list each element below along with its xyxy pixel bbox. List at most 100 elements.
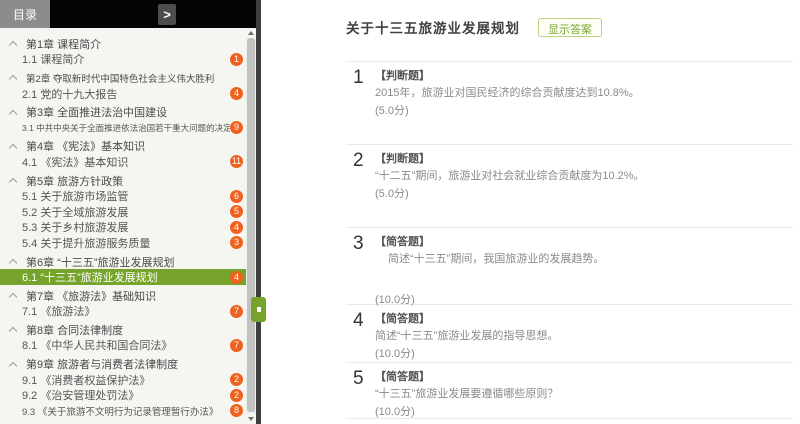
question-text: 简述“十三五”期间，我国旅游业的发展趋势。: [388, 253, 605, 265]
toc-section[interactable]: 9.3 《关于旅游不文明行为记录管理暂行办法》 8: [0, 403, 246, 419]
title-row: 关于十三五旅游业发展规划 显示答案: [346, 16, 793, 38]
chevron-up-icon: [8, 109, 18, 118]
question-count-badge: 2: [230, 388, 243, 402]
toc-section[interactable]: 5.3 关于乡村旅游发展 4: [0, 220, 246, 236]
toc-chapter-label: 第1章 课程简介: [26, 38, 102, 51]
scroll-up-button[interactable]: [246, 28, 256, 38]
chevron-up-icon: [8, 143, 18, 153]
toc-section-label: 4.1 《宪法》基本知识: [22, 156, 129, 169]
arrow-up-icon: [248, 31, 254, 35]
toc-section-label: 9.2 《治安管理处罚法》: [22, 390, 140, 403]
toc-chapter-label: 第9章 旅游者与消费者法律制度: [26, 359, 179, 372]
chevron-up-icon: [8, 177, 18, 187]
toc-chapter-label: 第4章 《宪法》基本知识: [26, 141, 146, 154]
question-type-label: 【简答题】: [375, 236, 430, 248]
toc-section[interactable]: 1.1 课程简介 1: [0, 52, 246, 68]
toc-section[interactable]: 5.4 关于提升旅游服务质量 3: [0, 235, 246, 251]
chevron-up-icon: [8, 361, 18, 370]
main-panel: 关于十三五旅游业发展规划 显示答案 1 【判断题】 2015年，旅游业对国民经济…: [261, 0, 800, 424]
question-count-badge: 2: [230, 373, 243, 387]
sidebar: 目录 > 第1章 课程简介 1.1 课程简介 1 第2章 夺取新时代中国特色社会…: [0, 0, 256, 424]
question-type-label: 【简答题】: [375, 371, 430, 383]
question-body: 【简答题】 简述“十三五”期间，我国旅游业的发展趋势。 (10.0分): [375, 234, 793, 306]
question-type-label: 【判断题】: [375, 70, 430, 82]
show-answer-button[interactable]: 显示答案: [538, 17, 602, 37]
sidebar-scrollbar[interactable]: [246, 28, 256, 424]
page-title: 关于十三五旅游业发展规划: [346, 21, 520, 36]
toc-section-label: 5.4 关于提升旅游服务质量: [22, 237, 151, 250]
toc-chapter[interactable]: 第3章 全面推进法治中国建设: [0, 104, 246, 120]
toc-section[interactable]: 2.1 党的十九大报告 4: [0, 86, 246, 102]
toc-chapter[interactable]: 第5章 旅游方针政策: [0, 173, 246, 189]
toc-section[interactable]: 5.1 关于旅游市场监管 6: [0, 188, 246, 204]
toc-section-label: 9.3 《关于旅游不文明行为记录管理暂行办法》: [22, 406, 219, 418]
question-body: 【简答题】 简述“十三五”旅游业发展的指导思想。 (10.0分): [375, 311, 793, 362]
toc-chapter[interactable]: 第2章 夺取新时代中国特色社会主义伟大胜利: [0, 70, 246, 86]
toc-section[interactable]: 5.2 关于全域旅游发展 5: [0, 204, 246, 220]
question-list: 1 【判断题】 2015年，旅游业对国民经济的综合贡献度达到10.8%。 (5.…: [346, 61, 793, 419]
question-count-badge: 4: [230, 220, 243, 234]
chevron-right-icon: >: [163, 6, 171, 22]
toc-chapter[interactable]: 第9章 旅游者与消费者法律制度: [0, 356, 246, 372]
toc-chapter[interactable]: 第6章 “十三五”旅游业发展规划: [0, 254, 246, 270]
question-text: “十三五”旅游业发展要遵循哪些原则？: [375, 388, 559, 400]
collapse-sidebar-button[interactable]: >: [158, 3, 176, 25]
toc-chapter[interactable]: 第1章 课程简介: [0, 36, 246, 52]
toc-section-label: 6.1 “十三五”旅游业发展规划: [22, 272, 158, 285]
question-score: (5.0分): [375, 188, 409, 200]
chevron-up-icon: [8, 327, 18, 336]
toc-chapter-label: 第2章 夺取新时代中国特色社会主义伟大胜利: [26, 73, 215, 85]
question-score: (10.0分): [375, 406, 415, 418]
toc-section-label: 7.1 《旅游法》: [22, 306, 96, 319]
toc-chapter-label: 第3章 全面推进法治中国建设: [26, 107, 168, 120]
toc-section[interactable]: 3.1 中共中央关于全面推进依法治国若干重大问题的决定 9: [0, 120, 246, 136]
toc-section-label: 5.3 关于乡村旅游发展: [22, 222, 129, 235]
app-window: 目录 > 第1章 课程简介 1.1 课程简介 1 第2章 夺取新时代中国特色社会…: [0, 0, 800, 424]
toc-chapter-label: 第5章 旅游方针政策: [26, 175, 124, 188]
question-item: 1 【判断题】 2015年，旅游业对国民经济的综合贡献度达到10.8%。 (5.…: [346, 61, 793, 144]
toc-section-label: 8.1 《中华人民共和国合同法》: [22, 340, 173, 353]
toc-section-label: 5.2 关于全域旅游发展: [22, 206, 129, 219]
question-item: 2 【判断题】 “十二五”期间，旅游业对社会就业综合贡献度为10.2%。 (5.…: [346, 144, 793, 227]
question-type-label: 【判断题】: [375, 153, 430, 165]
question-count-badge: 8: [230, 404, 243, 418]
toc-chapter-label: 第6章 “十三五”旅游业发展规划: [26, 256, 175, 269]
sidebar-divider: [251, 0, 266, 424]
question-text: “十二五”期间，旅游业对社会就业综合贡献度为10.2%。: [375, 170, 645, 182]
sidebar-topbar: >: [50, 0, 256, 28]
toc-chapter[interactable]: 第4章 《宪法》基本知识: [0, 139, 246, 155]
toc-section[interactable]: 8.1 《中华人民共和国合同法》 7: [0, 338, 246, 354]
question-count-badge: 7: [230, 338, 243, 352]
sidebar-header: 目录 >: [0, 0, 256, 28]
toc-section[interactable]: 7.1 《旅游法》 7: [0, 304, 246, 320]
question-score: (10.0分): [375, 294, 415, 306]
question-count-badge: 7: [230, 304, 243, 318]
scroll-down-button[interactable]: [246, 414, 256, 424]
question-text: 2015年，旅游业对国民经济的综合贡献度达到10.8%。: [375, 87, 640, 99]
toc-section-label: 1.1 课程简介: [22, 54, 85, 67]
question-item: 4 【简答题】 简述“十三五”旅游业发展的指导思想。 (10.0分): [346, 304, 793, 362]
question-score: (10.0分): [375, 348, 415, 360]
scrollbar-thumb[interactable]: [247, 38, 255, 412]
question-item: 5 【简答题】 “十三五”旅游业发展要遵循哪些原则？ (10.0分): [346, 362, 793, 419]
toc-chapter[interactable]: 第8章 合同法律制度: [0, 322, 246, 338]
question-count-badge: 4: [230, 270, 243, 284]
toc-tab[interactable]: 目录: [0, 0, 50, 28]
toc-section[interactable]: 4.1 《宪法》基本知识 11: [0, 154, 246, 170]
question-count-badge: 9: [230, 121, 243, 135]
toc-section-label: 5.1 关于旅游市场监管: [22, 191, 129, 204]
toc-section[interactable]: 9.2 《治安管理处罚法》 2: [0, 387, 246, 403]
toc-section[interactable]: 6.1 “十三五”旅游业发展规划 4: [0, 269, 246, 285]
toc-chapter-label: 第7章 《旅游法》基础知识: [26, 290, 157, 303]
question-body: 【判断题】 “十二五”期间，旅游业对社会就业综合贡献度为10.2%。 (5.0分…: [375, 151, 793, 227]
toc-section[interactable]: 9.1 《消费者权益保护法》 2: [0, 372, 246, 388]
question-body: 【简答题】 “十三五”旅游业发展要遵循哪些原则？ (10.0分): [375, 369, 793, 418]
sidebar-collapse-handle[interactable]: [251, 297, 266, 322]
question-count-badge: 3: [230, 236, 243, 250]
question-count-badge: 4: [230, 87, 243, 101]
question-number: 1: [353, 67, 364, 88]
question-count-badge: 5: [230, 205, 243, 219]
question-body: 【判断题】 2015年，旅游业对国民经济的综合贡献度达到10.8%。 (5.0分…: [375, 68, 793, 144]
question-count-badge: 6: [230, 189, 243, 203]
toc-chapter[interactable]: 第7章 《旅游法》基础知识: [0, 288, 246, 304]
